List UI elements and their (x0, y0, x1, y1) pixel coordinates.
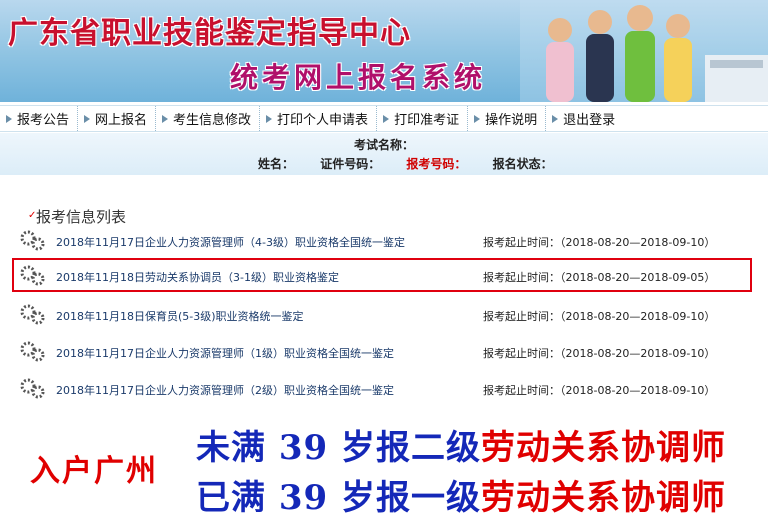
id-number-label: 证件号码： (320, 157, 381, 171)
nav-label: 打印准考证 (394, 113, 460, 128)
header-banner: 广东省职业技能鉴定指导中心 统考网上报名系统 (0, 0, 768, 102)
slogan-line-2: 已满 39 岁报一级劳动关系协调师 (196, 470, 726, 519)
slogan-line-1-part-b: 劳动关系协调师 (481, 428, 726, 468)
arrow-right-icon (84, 114, 91, 123)
registration-period: 报考起止时间：（2018-08-20—2018-09-10） (483, 384, 716, 397)
exam-link[interactable]: 2018年11月18日劳动关系协调员（3-1级）职业资格鉴定 (56, 269, 339, 285)
arrow-right-icon (474, 114, 481, 123)
nav-item-announcement[interactable]: 报考公告 (0, 106, 79, 131)
nav-item-print-application[interactable]: 打印个人申请表 (260, 106, 378, 131)
arrow-right-icon (266, 114, 273, 123)
slogan-line-1-part-a: 未满 39 岁报二级 (196, 428, 481, 468)
list-item[interactable]: 2018年11月18日劳动关系协调员（3-1级）职业资格鉴定 报考起止时间：（2… (18, 261, 758, 291)
arrow-right-icon (162, 114, 169, 123)
main-nav: 报考公告 网上报名 考生信息修改 打印个人申请表 打印准考证 操作说明 退出登录 (0, 105, 768, 132)
nav-item-help[interactable]: 操作说明 (468, 106, 547, 131)
list-item[interactable]: 2018年11月17日企业人力资源管理师（4-3级）职业资格全国统一鉴定 报考起… (18, 226, 758, 256)
site-title: 广东省职业技能鉴定指导中心 (8, 16, 411, 51)
nav-label: 退出登录 (563, 113, 616, 128)
exam-number-label: 报考号码： (406, 157, 467, 171)
slogan-line-1: 未满 39 岁报二级劳动关系协调师 (196, 420, 726, 469)
registration-period: 报考起止时间：（2018-08-20—2018-09-10） (483, 236, 716, 249)
name-label: 姓名： (258, 157, 295, 171)
slogan-line-2-part-b: 劳动关系协调师 (481, 478, 726, 518)
gears-icon (20, 265, 45, 286)
slogan-line-2-part-a: 已满 39 岁报一级 (196, 478, 481, 518)
arrow-right-icon (6, 114, 12, 123)
nav-label: 操作说明 (485, 113, 538, 128)
registration-period: 报考起止时间：（2018-08-20—2018-09-10） (483, 310, 716, 323)
gears-icon (20, 304, 45, 325)
gears-icon (20, 378, 45, 399)
gears-icon (20, 341, 45, 362)
list-item[interactable]: 2018年11月18日保育员(5-3级)职业资格统一鉴定 报考起止时间：（201… (18, 300, 758, 330)
nav-label: 考生信息修改 (173, 113, 252, 128)
nav-item-print-admission-ticket[interactable]: 打印准考证 (377, 106, 469, 131)
registration-period: 报考起止时间：（2018-08-20—2018-09-10） (483, 347, 716, 360)
slogan-left: 入户广州 (30, 454, 158, 489)
list-title: 报考信息列表 (36, 208, 127, 226)
nav-label: 网上报名 (95, 113, 148, 128)
list-item[interactable]: 2018年11月17日企业人力资源管理师（2级）职业资格全国统一鉴定 报考起止时… (18, 374, 758, 404)
candidate-info-bar: 考试名称： 姓名： 证件号码： 报考号码： 报名状态： (0, 133, 768, 175)
nav-label: 报考公告 (17, 113, 70, 128)
exam-name-label: 考试名称： (353, 138, 414, 152)
nav-item-edit-info[interactable]: 考生信息修改 (156, 106, 261, 131)
nav-item-online-registration[interactable]: 网上报名 (78, 106, 157, 131)
students-illustration-icon (520, 0, 768, 102)
registration-status-label: 报名状态： (492, 157, 553, 171)
site-subtitle: 统考网上报名系统 (230, 61, 487, 94)
exam-link[interactable]: 2018年11月18日保育员(5-3级)职业资格统一鉴定 (56, 308, 304, 324)
exam-link[interactable]: 2018年11月17日企业人力资源管理师（1级）职业资格全国统一鉴定 (56, 345, 394, 361)
gears-icon (20, 230, 45, 251)
nav-item-logout[interactable]: 退出登录 (546, 106, 623, 131)
list-item[interactable]: 2018年11月17日企业人力资源管理师（1级）职业资格全国统一鉴定 报考起止时… (18, 337, 758, 367)
arrow-right-icon (552, 114, 559, 123)
registration-period: 报考起止时间：（2018-08-20—2018-09-05） (483, 271, 716, 284)
nav-label: 打印个人申请表 (277, 113, 369, 128)
candidate-fields: 姓名： 证件号码： 报考号码： 报名状态： (258, 155, 575, 172)
exam-link[interactable]: 2018年11月17日企业人力资源管理师（2级）职业资格全国统一鉴定 (56, 382, 394, 398)
exam-link[interactable]: 2018年11月17日企业人力资源管理师（4-3级）职业资格全国统一鉴定 (56, 234, 405, 250)
arrow-right-icon (383, 114, 390, 123)
